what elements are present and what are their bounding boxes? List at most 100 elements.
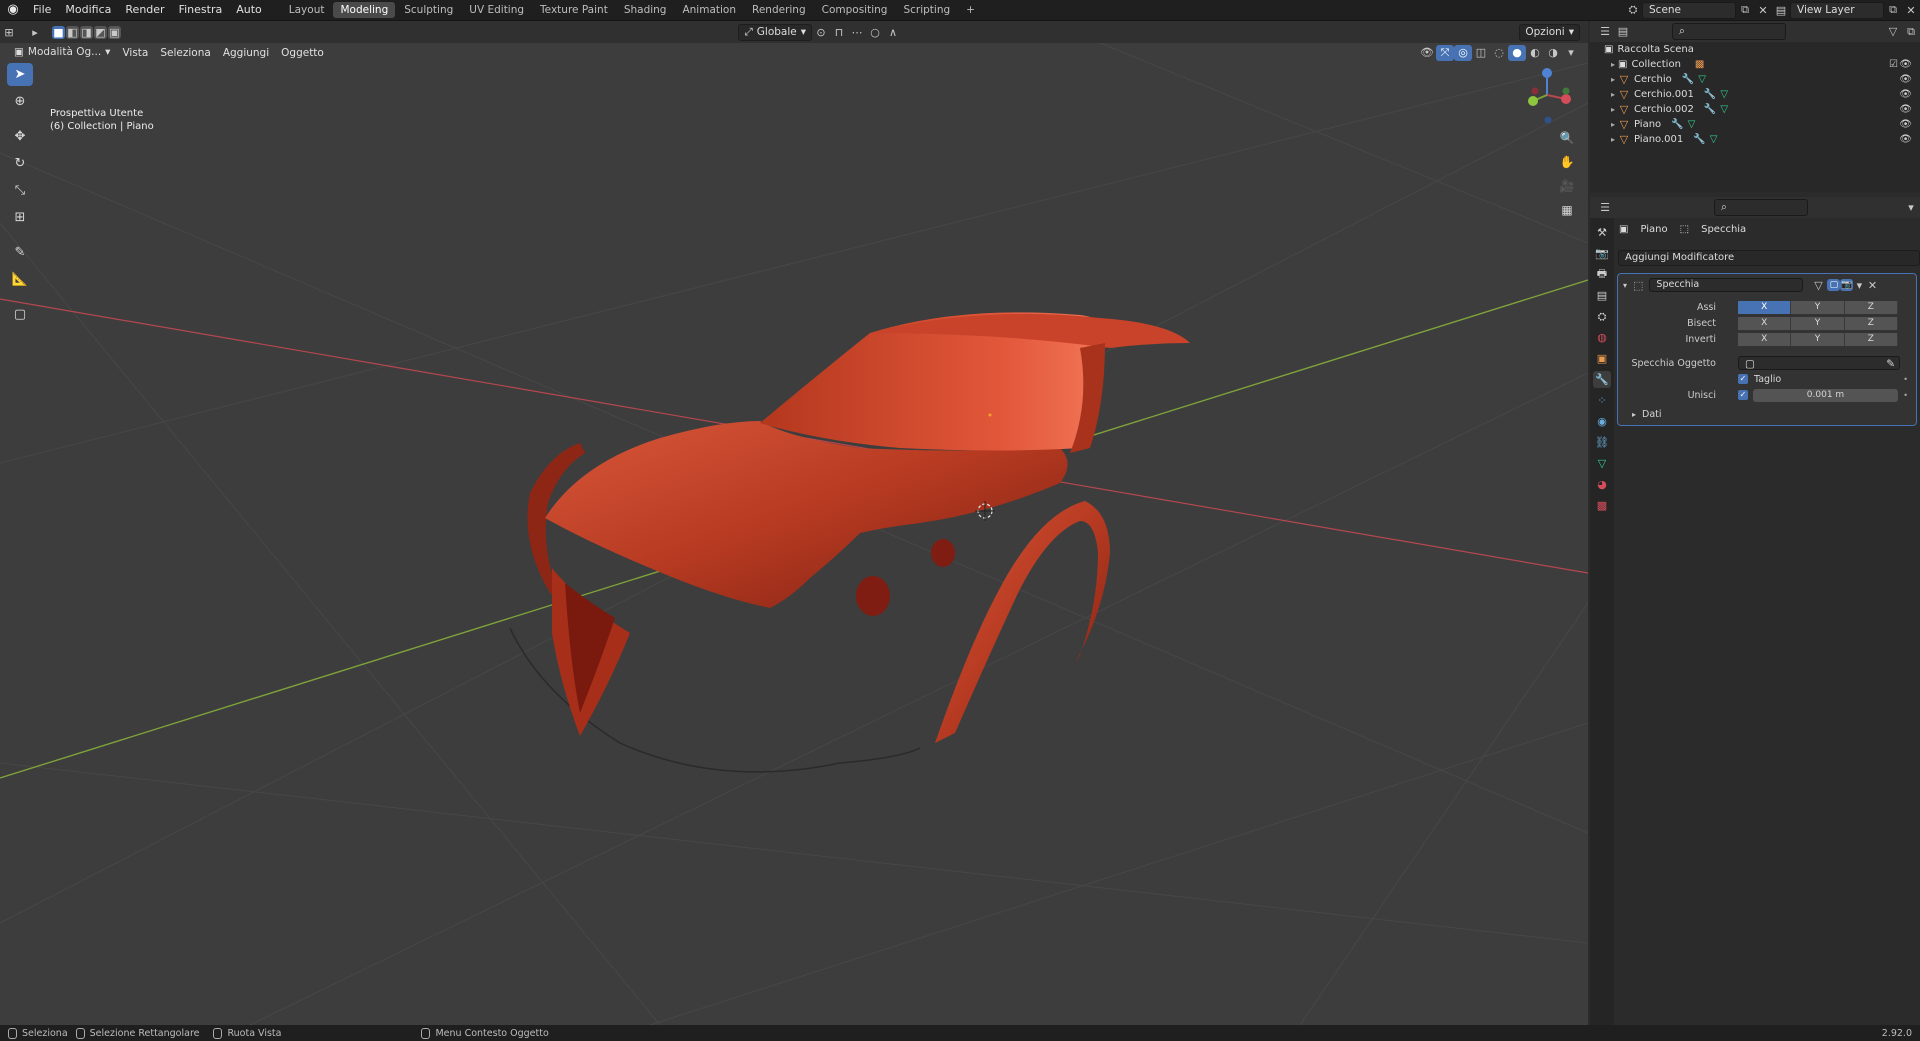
add-cube-tool-icon[interactable]: ▢ [7, 303, 33, 326]
rendered-shading-icon[interactable]: ◑ [1544, 45, 1562, 61]
outliner-item-cerchio-001[interactable]: ▸ ▽ Cerchio.001 🔧 ▽ 👁 [1590, 87, 1920, 102]
tab-modeling[interactable]: Modeling [333, 2, 396, 18]
orientation-dropdown[interactable]: ⤢ Globale ▾ [738, 23, 813, 41]
select-intersect-icon[interactable]: ▣ [108, 25, 121, 39]
mirror-object-field[interactable]: ▢ ✎ [1738, 356, 1900, 370]
editor-type-icon[interactable]: ⊞ [0, 24, 18, 40]
expand-icon[interactable]: ▸ [1608, 75, 1618, 84]
outliner-item-cerchio-002[interactable]: ▸ ▽ Cerchio.002 🔧 ▽ 👁 [1590, 102, 1920, 117]
select-extend-icon[interactable]: ◧ [66, 25, 79, 39]
bisect-z-toggle[interactable]: Z [1844, 316, 1898, 330]
tab-texture-paint[interactable]: Texture Paint [533, 2, 615, 18]
select-new-icon[interactable]: ■ [52, 25, 65, 39]
outliner-item-cerchio[interactable]: ▸ ▽ Cerchio 🔧 ▽ 👁 [1590, 72, 1920, 87]
gizmo-toggle-icon[interactable]: ⤧ [1436, 44, 1454, 61]
tab-sculpting[interactable]: Sculpting [397, 2, 460, 18]
select-subtract-icon[interactable]: ◨ [80, 25, 93, 39]
outliner-search-input[interactable]: ⌕ [1672, 23, 1786, 40]
render-tab-icon[interactable]: 📷 [1593, 245, 1611, 262]
gizmo-y-icon[interactable] [1528, 96, 1538, 106]
tab-rendering[interactable]: Rendering [745, 2, 813, 18]
zoom-icon[interactable]: 🔍 [1558, 130, 1576, 147]
bisect-x-toggle[interactable]: X [1738, 316, 1792, 330]
constraints-tab-icon[interactable]: ⛓ [1593, 434, 1611, 451]
select-tool-icon[interactable]: ➤ [7, 63, 33, 86]
view-layer-tab-icon[interactable]: ▤ [1593, 287, 1611, 304]
material-tab-icon[interactable]: ◕ [1593, 476, 1611, 493]
close-icon[interactable]: ✕ [1865, 277, 1879, 293]
scene-tab-icon[interactable]: ⛭ [1593, 308, 1611, 325]
eye-icon[interactable]: 👁 [1899, 104, 1912, 115]
edit-mode-icon[interactable]: ▽ [1809, 277, 1827, 293]
outliner-editor-icon[interactable]: ☰ [1596, 24, 1614, 40]
tool-tab-icon[interactable]: ⚒ [1593, 224, 1611, 241]
solid-shading-icon[interactable]: ● [1508, 44, 1526, 61]
inverti-y-toggle[interactable]: Y [1791, 332, 1845, 346]
assi-y-toggle[interactable]: Y [1791, 300, 1845, 314]
menu-auto[interactable]: Auto [229, 0, 269, 20]
realtime-icon[interactable]: ▢ [1827, 279, 1841, 291]
options-dropdown[interactable]: Opzioni ▾ [1519, 23, 1581, 41]
expand-icon[interactable]: ▸ [1632, 410, 1636, 419]
gizmo-x-icon[interactable] [1561, 94, 1571, 104]
snap-target-icon[interactable]: ⋯ [848, 24, 866, 40]
assi-x-toggle[interactable]: X [1738, 300, 1792, 314]
keyframe-dot-icon[interactable]: • [1903, 391, 1908, 400]
scene-field[interactable]: Scene [1642, 1, 1736, 19]
overlay-toggle-icon[interactable]: ◎ [1454, 44, 1472, 61]
outliner-item-piano[interactable]: ▸ ▽ Piano 🔧 ▽ 👁 [1590, 117, 1920, 132]
keyframe-dot-icon[interactable]: • [1903, 375, 1908, 384]
eye-icon[interactable]: 👁 [1899, 119, 1912, 130]
filter-icon[interactable]: ▽ [1884, 24, 1902, 40]
eye-icon[interactable]: 👁 [1899, 134, 1912, 145]
mode-dropdown[interactable]: ▣ Modalità Og... ▾ [8, 44, 116, 61]
expand-icon[interactable]: ▸ [1608, 105, 1618, 114]
expand-icon[interactable]: ▸ [1608, 90, 1618, 99]
delete-view-layer-icon[interactable]: ✕ [1902, 2, 1920, 18]
eye-icon[interactable]: 👁 [1899, 59, 1912, 70]
falloff-icon[interactable]: ∧ [884, 24, 902, 40]
unisci-value-field[interactable]: 0.001 m [1753, 388, 1898, 402]
assi-z-toggle[interactable]: Z [1844, 300, 1898, 314]
transform-tool-icon[interactable]: ⊞ [7, 206, 33, 229]
outliner-root-row[interactable]: ▣ Raccolta Scena [1590, 42, 1920, 57]
material-shading-icon[interactable]: ◐ [1526, 45, 1544, 61]
render-icon[interactable]: 📷 [1840, 279, 1854, 291]
menu-aggiungi[interactable]: Aggiungi [217, 47, 275, 59]
inverti-x-toggle[interactable]: X [1738, 332, 1792, 346]
outliner-item-piano-001[interactable]: ▸ ▽ Piano.001 🔧 ▽ 👁 [1590, 132, 1920, 147]
tab-scripting[interactable]: Scripting [896, 2, 957, 18]
delete-scene-icon[interactable]: ✕ [1754, 2, 1772, 18]
new-view-layer-icon[interactable]: ⧉ [1884, 2, 1902, 18]
expand-icon[interactable]: ▸ [1608, 60, 1618, 69]
particles-tab-icon[interactable]: ⁘ [1593, 392, 1611, 409]
chevron-down-icon[interactable]: ▾ [1853, 277, 1865, 293]
3d-viewport[interactable]: Prospettiva Utente (6) Collection | Pian… [0, 43, 1588, 1025]
data-tab-icon[interactable]: ▽ [1593, 455, 1611, 472]
tab-layout[interactable]: Layout [282, 2, 332, 18]
display-mode-icon[interactable]: ▤ [1614, 24, 1632, 40]
inverti-z-toggle[interactable]: Z [1844, 332, 1898, 346]
unisci-checkbox[interactable]: ✓ [1738, 390, 1748, 400]
tab-compositing[interactable]: Compositing [815, 2, 895, 18]
menu-oggetto[interactable]: Oggetto [275, 47, 330, 59]
new-scene-icon[interactable]: ⧉ [1736, 2, 1754, 18]
properties-editor-icon[interactable]: ☰ [1596, 200, 1614, 216]
modifier-tab-icon[interactable]: 🔧 [1593, 371, 1611, 388]
blender-logo-icon[interactable]: ◉ [6, 3, 20, 17]
properties-search-input[interactable]: ⌕ [1714, 199, 1808, 216]
output-tab-icon[interactable]: 🖶 [1593, 266, 1611, 283]
expand-icon[interactable]: ▸ [1608, 120, 1618, 129]
gizmo-z-icon[interactable] [1542, 68, 1552, 78]
menu-seleziona[interactable]: Seleziona [154, 47, 216, 59]
cursor-tool-icon[interactable]: ⊕ [7, 90, 33, 113]
select-invert-icon[interactable]: ◩ [94, 25, 107, 39]
select-box-icon[interactable]: ▸ [26, 24, 44, 40]
visibility-icon[interactable]: 👁 [1418, 45, 1436, 61]
scale-tool-icon[interactable]: ⤡ [7, 179, 33, 202]
texture-tab-icon[interactable]: ▩ [1593, 497, 1611, 514]
dati-subpanel[interactable]: ▸ Dati [1618, 407, 1916, 421]
chevron-down-icon[interactable]: ▾ [1902, 200, 1920, 216]
menu-file[interactable]: File [26, 0, 58, 20]
camera-icon[interactable]: 🎥 [1558, 178, 1576, 195]
